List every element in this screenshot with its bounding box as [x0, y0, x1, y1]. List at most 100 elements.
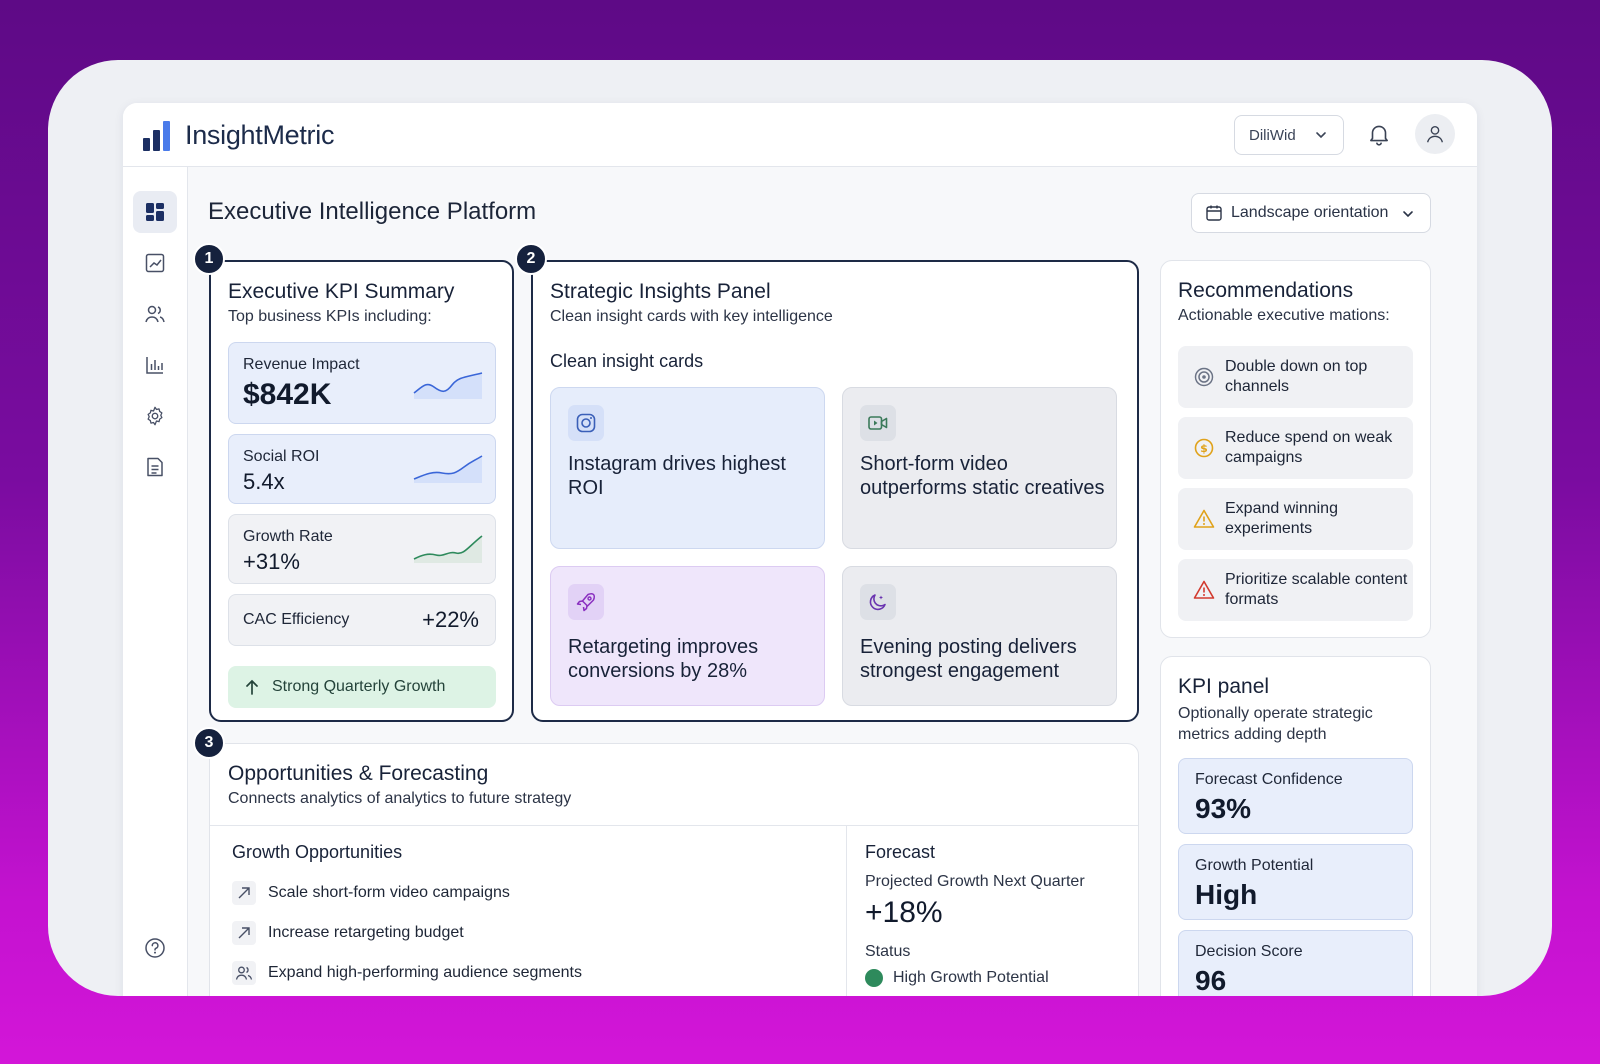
forecast-value: +18% [865, 896, 943, 929]
forecast-status-label: Status [865, 943, 911, 960]
dashboard-icon [146, 203, 164, 221]
forecast-title: Forecast [865, 842, 936, 862]
kpi-value: +31% [243, 549, 300, 574]
kpi-summary-subtitle: Top business KPIs including: [228, 308, 432, 325]
kpi-summary-panel: Executive KPI Summary Top business KPIs … [209, 260, 514, 722]
step-badge-2: 2 [515, 243, 547, 275]
kpi-value: +22% [422, 607, 479, 632]
recommendation-text: Expand winning experiments [1225, 500, 1338, 537]
kpi-value: $842K [243, 378, 332, 411]
insight-card-instagram[interactable]: Instagram drives highest ROI [550, 387, 825, 549]
kpi-panel-title: KPI panel [1178, 675, 1270, 698]
sidebar-item-analytics[interactable] [133, 344, 177, 386]
step-badge-3: 3 [193, 727, 225, 759]
insight-text: Short-form video outperforms static crea… [860, 453, 1105, 499]
sidebar [123, 167, 188, 996]
page-title: Executive Intelligence Platform [208, 198, 537, 225]
insight-card-evening[interactable]: Evening posting delivers strongest engag… [842, 566, 1117, 706]
insight-card-video[interactable]: Short-form video outperforms static crea… [842, 387, 1117, 549]
workspace-select-value: DiliWid [1249, 126, 1296, 144]
instagram-icon [568, 405, 604, 441]
trend-chart-icon [145, 253, 165, 273]
kpi-label: Decision Score [1195, 943, 1303, 960]
sidebar-item-reports[interactable] [133, 446, 177, 488]
orientation-select-value: Landscape orientation [1231, 204, 1389, 221]
insights-title: Strategic Insights Panel [550, 280, 771, 303]
kpi-card-cac-efficiency[interactable]: CAC Efficiency +22% [228, 594, 496, 646]
opportunity-item[interactable]: Expand high-performing audience segments [232, 961, 582, 985]
brand-name: InsightMetric [185, 120, 335, 150]
kpi-label: Growth Potential [1195, 857, 1314, 874]
target-icon [1192, 365, 1216, 389]
sidebar-item-settings[interactable] [133, 395, 177, 437]
sidebar-item-users[interactable] [133, 293, 177, 335]
step-badge-1: 1 [193, 243, 225, 275]
recommendation-text: Double down on top channels [1225, 358, 1368, 395]
sidebar-item-dashboard[interactable] [133, 191, 177, 233]
video-icon [860, 405, 896, 441]
avatar[interactable] [1415, 114, 1455, 154]
rocket-icon [568, 584, 604, 620]
recommendations-panel: Recommendations Actionable executive mat… [1160, 260, 1431, 638]
gear-icon [147, 406, 163, 426]
dollar-coin-icon: $ [1192, 436, 1216, 460]
insights-section-label: Clean insight cards [550, 351, 704, 371]
help-icon [145, 938, 165, 958]
sparkline-chart [413, 372, 483, 399]
recommendation-item[interactable]: Prioritize scalable content formats [1178, 559, 1413, 621]
kpi-card-growth-rate[interactable]: Growth Rate +31% [228, 514, 496, 584]
opportunity-text: Increase retargeting budget [268, 924, 464, 941]
growth-banner-text: Strong Quarterly Growth [272, 678, 446, 695]
opportunity-text: Scale short-form video campaigns [268, 884, 510, 901]
kpi-panel-card-growth-potential[interactable]: Growth Potential High [1178, 844, 1413, 920]
kpi-label: Social ROI [243, 448, 320, 465]
chevron-down-icon [1403, 211, 1413, 218]
recommendation-text: Prioritize scalable content formats [1225, 571, 1408, 608]
kpi-value: 5.4x [243, 469, 285, 494]
kpi-value: 96 [1195, 965, 1227, 996]
bar-chart-icon [146, 357, 163, 374]
status-dot-icon [865, 969, 883, 987]
workspace-select[interactable]: DiliWid [1234, 115, 1344, 155]
opportunity-item[interactable]: Increase retargeting budget [232, 921, 464, 945]
opportunities-panel: Opportunities & Forecasting Connects ana… [209, 743, 1139, 996]
logo-icon [143, 119, 170, 151]
kpi-label: Growth Rate [243, 528, 333, 545]
opportunity-item[interactable]: Scale short-form video campaigns [232, 881, 510, 905]
kpi-panel-card-decision-score[interactable]: Decision Score 96 [1178, 930, 1413, 996]
audience-icon [232, 961, 256, 985]
insight-text: Instagram drives highest ROI [568, 453, 786, 499]
document-icon [147, 457, 163, 477]
kpi-card-revenue[interactable]: Revenue Impact $842K [228, 342, 496, 424]
kpi-card-social-roi[interactable]: Social ROI 5.4x [228, 434, 496, 504]
kpi-panel-card-forecast-confidence[interactable]: Forecast Confidence 93% [1178, 758, 1413, 834]
sidebar-item-help[interactable] [133, 927, 177, 969]
forecast-status-value: High Growth Potential [893, 969, 1049, 986]
bell-icon[interactable] [1366, 121, 1392, 152]
forecast-label: Projected Growth Next Quarter [865, 873, 1085, 890]
recommendation-item[interactable]: Expand winning experiments [1178, 488, 1413, 550]
orientation-select[interactable]: Landscape orientation [1191, 193, 1431, 233]
sparkline-chart [413, 535, 483, 563]
growth-banner: Strong Quarterly Growth [228, 666, 496, 708]
alert-icon [1192, 578, 1216, 602]
forecast-status: High Growth Potential [865, 969, 1049, 987]
svg-text:$: $ [1200, 442, 1208, 455]
kpi-label: CAC Efficiency [243, 611, 350, 628]
kpi-summary-title: Executive KPI Summary [228, 280, 455, 303]
recommendations-subtitle: Actionable executive mations: [1178, 307, 1390, 324]
calendar-icon [1205, 204, 1223, 222]
arrow-up-right-icon [232, 921, 256, 945]
sidebar-item-trends[interactable] [133, 242, 177, 284]
recommendation-item[interactable]: Double down on top channels [1178, 346, 1413, 408]
insights-subtitle: Clean insight cards with key intelligenc… [550, 308, 833, 325]
sparkline-chart [413, 455, 483, 483]
insight-text: Evening posting delivers strongest engag… [860, 636, 1077, 682]
divider [846, 825, 847, 996]
recommendation-item[interactable]: $ Reduce spend on weak campaigns [1178, 417, 1413, 479]
opportunities-subtitle: Connects analytics of analytics to futur… [228, 790, 572, 807]
insight-card-retargeting[interactable]: Retargeting improves conversions by 28% [550, 566, 825, 706]
opportunity-text: Expand high-performing audience segments [268, 964, 582, 981]
kpi-value: High [1195, 879, 1258, 910]
opportunities-title: Opportunities & Forecasting [228, 762, 489, 785]
